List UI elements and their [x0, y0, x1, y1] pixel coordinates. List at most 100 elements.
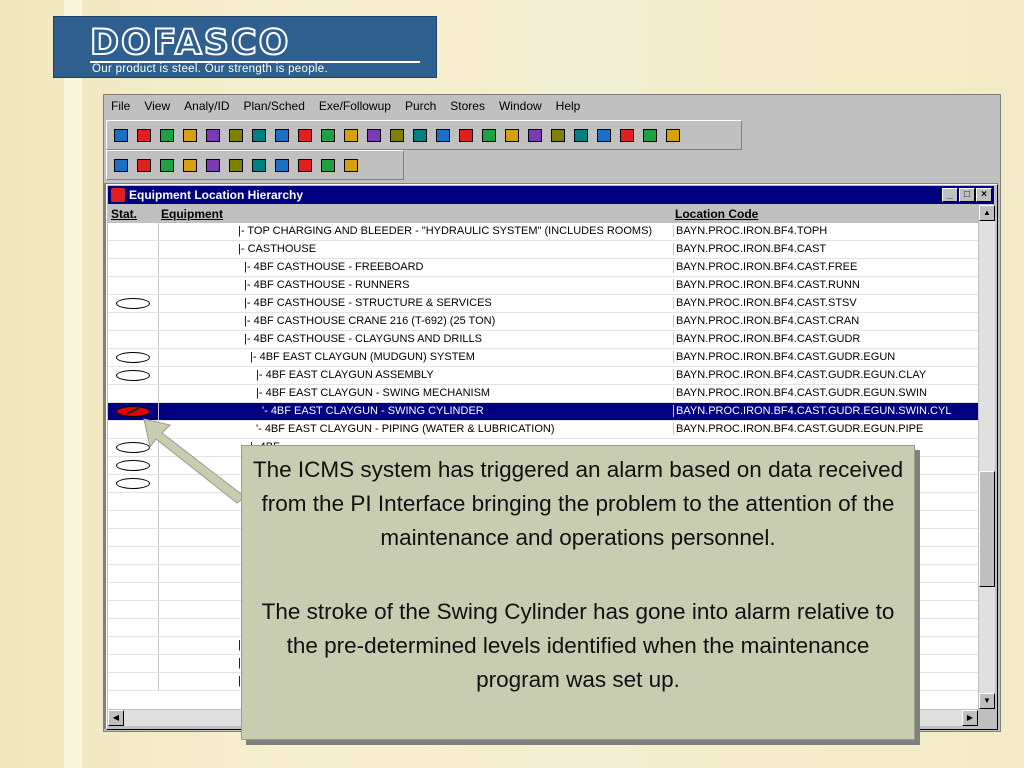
- location-cell: BAYN.PROC.IRON.BF4.CAST.GUDR.EGUN: [673, 351, 978, 363]
- key-icon: [344, 128, 358, 142]
- toolbar-button[interactable]: [663, 125, 683, 145]
- toolbar-button[interactable]: [180, 155, 200, 175]
- su-icon: [413, 128, 427, 142]
- toolbar-button[interactable]: [387, 125, 407, 145]
- toolbar-button[interactable]: [134, 155, 154, 175]
- toolbar-button[interactable]: [249, 155, 269, 175]
- logo-wordmark: DOFASCO: [89, 23, 291, 63]
- location-cell: BAYN.PROC.IRON.BF4.CAST.STSV: [673, 297, 978, 309]
- gear-icon: [183, 158, 197, 172]
- equipment-cell: |- 4BF EAST CLAYGUN (MUDGUN) SYSTEM: [250, 351, 475, 363]
- status-cell: [108, 619, 159, 636]
- menu-item[interactable]: Purch: [398, 95, 443, 117]
- scroll-left-button[interactable]: ◀: [108, 710, 124, 726]
- status-cell: [108, 565, 159, 582]
- menu-item[interactable]: Analy/ID: [177, 95, 236, 117]
- toolbar-button[interactable]: [571, 125, 591, 145]
- scroll-right-button[interactable]: ▶: [962, 710, 978, 726]
- status-cell: [108, 385, 159, 402]
- table-row[interactable]: |- 4BF CASTHOUSE - CLAYGUNS AND DRILLS BA…: [108, 331, 978, 349]
- annotation-callout: The ICMS system has triggered an alarm b…: [241, 445, 915, 740]
- toolbar-button[interactable]: [226, 155, 246, 175]
- table-row[interactable]: |- 4BF EAST CLAYGUN ASSEMBLY BAYN.PROC.IR…: [108, 367, 978, 385]
- close-button[interactable]: ×: [976, 188, 992, 202]
- rec-icon: [597, 128, 611, 142]
- toolbar-button[interactable]: [456, 125, 476, 145]
- monitor-icon: [390, 128, 404, 142]
- scroll-up-button[interactable]: ▲: [979, 205, 995, 221]
- toolbar-button[interactable]: [157, 125, 177, 145]
- menu-item[interactable]: Plan/Sched: [237, 95, 312, 117]
- table-row[interactable]: |- CASTHOUSE BAYN.PROC.IRON.BF4.CAST: [108, 241, 978, 259]
- toolbar-button[interactable]: [203, 125, 223, 145]
- scroll-thumb[interactable]: [979, 471, 995, 587]
- location-cell: BAYN.PROC.IRON.BF4.CAST.GUDR: [673, 333, 978, 345]
- toolbar-button[interactable]: [479, 125, 499, 145]
- toolbar-button[interactable]: [295, 125, 315, 145]
- status-oval-icon: [116, 370, 150, 381]
- decorative-strip: [64, 0, 82, 768]
- menu-item[interactable]: File: [104, 95, 137, 117]
- toolbar-button[interactable]: [295, 155, 315, 175]
- table-row[interactable]: |- 4BF CASTHOUSE - STRUCTURE & SERVICES B…: [108, 295, 978, 313]
- callout-paragraph-1: The ICMS system has triggered an alarm b…: [252, 457, 904, 550]
- gear-small-icon: [298, 158, 312, 172]
- toolbar-button[interactable]: [272, 155, 292, 175]
- inv2-icon: [666, 128, 680, 142]
- column-header-stat[interactable]: Stat.: [111, 207, 137, 221]
- grid-header: Stat. Equipment Location Code: [108, 205, 978, 223]
- toolbar-button[interactable]: [226, 125, 246, 145]
- toolbar-button[interactable]: [203, 155, 223, 175]
- logo-tagline: Our product is steel. Our strength is pe…: [92, 63, 328, 75]
- column-header-location[interactable]: Location Code: [675, 207, 758, 221]
- toolbar-button[interactable]: [111, 155, 131, 175]
- doc-icon: [459, 128, 473, 142]
- toolbar-button[interactable]: [272, 125, 292, 145]
- toolbar-button[interactable]: [594, 125, 614, 145]
- gear-icon: [229, 128, 243, 142]
- toolbar-button[interactable]: [364, 125, 384, 145]
- toolbar-button[interactable]: [341, 155, 361, 175]
- table-row[interactable]: |- 4BF CASTHOUSE CRANE 216 (T-692) (25 T…: [108, 313, 978, 331]
- maximize-button[interactable]: □: [959, 188, 975, 202]
- status-cell: [108, 295, 159, 312]
- toolbar-button[interactable]: [341, 125, 361, 145]
- toolbar-button[interactable]: [249, 125, 269, 145]
- table-row[interactable]: |- 4BF EAST CLAYGUN (MUDGUN) SYSTEM BAYN.…: [108, 349, 978, 367]
- table-row[interactable]: |- 4BF CASTHOUSE - FREEBOARD BAYN.PROC.IR…: [108, 259, 978, 277]
- vertical-scrollbar[interactable]: ▲ ▼: [979, 205, 995, 709]
- main-toolbar: [106, 120, 742, 150]
- toolbar-button[interactable]: [134, 125, 154, 145]
- location-cell: BAYN.PROC.IRON.BF4.CAST.FREE: [673, 261, 978, 273]
- scroll-down-button[interactable]: ▼: [979, 693, 995, 709]
- toolbar-button[interactable]: [640, 125, 660, 145]
- menu-item[interactable]: Window: [492, 95, 549, 117]
- column-header-equipment[interactable]: Equipment: [161, 207, 223, 221]
- menu-item[interactable]: Stores: [443, 95, 492, 117]
- minimize-button[interactable]: _: [942, 188, 958, 202]
- toolbar-button[interactable]: [410, 125, 430, 145]
- toolbar-button[interactable]: [111, 125, 131, 145]
- menu-item[interactable]: Help: [549, 95, 588, 117]
- person-icon: [275, 158, 289, 172]
- toolbar-button[interactable]: [180, 125, 200, 145]
- toolbar-button[interactable]: [617, 125, 637, 145]
- status-cell: [108, 349, 159, 366]
- status-cell: [108, 637, 159, 654]
- toolbar-button[interactable]: [525, 125, 545, 145]
- toolbar-button[interactable]: [502, 125, 522, 145]
- toolbar-button[interactable]: [157, 155, 177, 175]
- toolbar-button[interactable]: [433, 125, 453, 145]
- table-row[interactable]: |- TOP CHARGING AND BLEEDER - "HYDRAULIC…: [108, 223, 978, 241]
- window-app-icon[interactable]: [111, 188, 125, 202]
- wook-icon: [436, 128, 450, 142]
- table-row[interactable]: |- 4BF CASTHOUSE - RUNNERS BAYN.PROC.IRON…: [108, 277, 978, 295]
- status-cell: [108, 655, 159, 672]
- toolbar-button[interactable]: [548, 125, 568, 145]
- table-row[interactable]: |- 4BF EAST CLAYGUN - SWING MECHANISM BAY…: [108, 385, 978, 403]
- menu-item[interactable]: Exe/Followup: [312, 95, 398, 117]
- menu-item[interactable]: View: [137, 95, 177, 117]
- window-titlebar[interactable]: Equipment Location Hierarchy _ □ ×: [108, 186, 994, 204]
- toolbar-button[interactable]: [318, 155, 338, 175]
- toolbar-button[interactable]: [318, 125, 338, 145]
